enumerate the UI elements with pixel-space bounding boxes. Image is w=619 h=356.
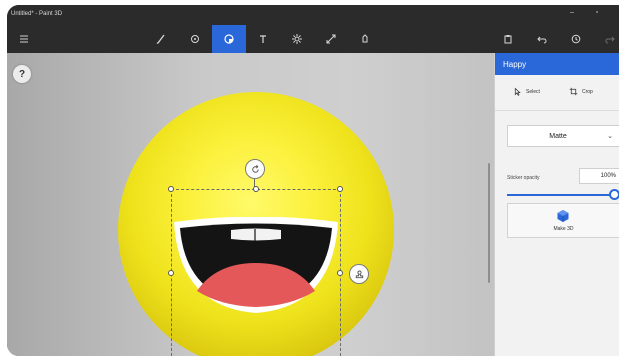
crop-button[interactable]: Crop <box>569 87 593 96</box>
opacity-input[interactable]: 100% <box>579 168 619 184</box>
rotate-handle[interactable] <box>245 159 265 179</box>
canvas-area[interactable]: ? <box>7 53 494 356</box>
pointer-icon <box>514 87 521 96</box>
opacity-label: Sticker opacity <box>507 175 540 181</box>
canvas-scrollbar[interactable] <box>488 163 490 283</box>
make-3d-icon <box>557 210 569 222</box>
brush-icon <box>156 34 165 45</box>
text-tool-button[interactable] <box>246 25 280 53</box>
stamp-icon <box>355 270 363 278</box>
paste-button[interactable] <box>491 25 525 53</box>
cube-icon <box>191 35 199 43</box>
title-bar: Untitled* - Paint 3D – ▫ <box>7 5 619 25</box>
crop-icon <box>569 87 578 96</box>
maximize-icon[interactable]: ▫ <box>592 8 602 18</box>
finish-dropdown[interactable]: Matte ⌄ <box>507 125 619 147</box>
help-button[interactable]: ? <box>13 65 31 83</box>
select-button[interactable]: Select <box>513 87 540 96</box>
undo-button[interactable] <box>525 25 559 53</box>
menu-button[interactable] <box>7 25 41 53</box>
undo-icon <box>537 36 547 44</box>
make-3d-label: Make 3D <box>553 226 574 232</box>
opacity-slider-thumb[interactable] <box>609 189 619 200</box>
sun-icon <box>292 34 302 44</box>
opacity-slider-track[interactable] <box>507 194 615 196</box>
crop-label: Crop <box>582 88 593 95</box>
library-icon <box>362 34 368 43</box>
resize-handle-top[interactable] <box>253 186 259 192</box>
select-label: Select <box>526 88 540 95</box>
effects-tool-button[interactable] <box>280 25 314 53</box>
3d-library-tool-button[interactable] <box>348 25 382 53</box>
minimize-icon[interactable]: – <box>567 8 577 18</box>
resize-handle-top-left[interactable] <box>168 186 174 192</box>
panel-actions: Select Crop <box>495 75 619 111</box>
sticker-icon <box>224 34 234 44</box>
toolbar <box>7 25 619 53</box>
3d-shapes-tool-button[interactable] <box>178 25 212 53</box>
resize-handle-left[interactable] <box>168 270 174 276</box>
finish-value: Matte <box>549 133 567 140</box>
history-icon <box>571 34 581 44</box>
hamburger-icon <box>20 35 28 43</box>
redo-icon <box>605 36 615 44</box>
panel-title: Happy <box>495 53 619 75</box>
resize-handle-top-right[interactable] <box>337 186 343 192</box>
resize-icon <box>326 34 336 44</box>
stickers-tool-button[interactable] <box>212 25 246 53</box>
redo-button[interactable] <box>593 25 619 53</box>
history-button[interactable] <box>559 25 593 53</box>
make-3d-button[interactable]: Make 3D <box>507 203 619 238</box>
chevron-down-icon: ⌄ <box>607 133 613 140</box>
clipboard-icon <box>504 35 512 44</box>
resize-handle-right[interactable] <box>337 270 343 276</box>
text-icon <box>260 35 266 43</box>
app-window: Untitled* - Paint 3D – ▫ ? Happy Select … <box>7 5 619 356</box>
selection-box[interactable] <box>168 186 343 356</box>
stamp-button[interactable] <box>349 264 369 284</box>
sticker-properties-panel: Happy Select Crop Matte ⌄ Sticker opacit… <box>494 53 619 356</box>
window-title: Untitled* - Paint 3D <box>11 11 63 17</box>
canvas-tool-button[interactable] <box>314 25 348 53</box>
rotate-icon <box>251 164 259 173</box>
brushes-tool-button[interactable] <box>144 25 178 53</box>
